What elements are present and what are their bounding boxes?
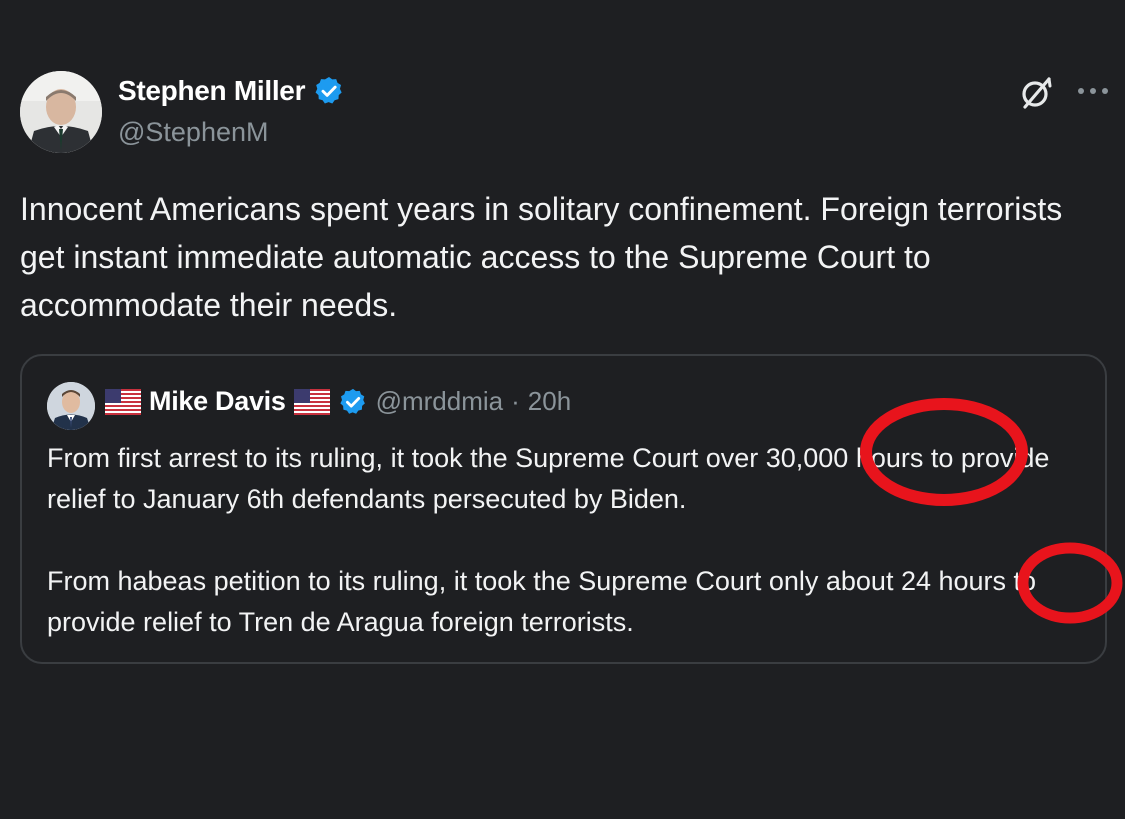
verified-badge-icon bbox=[338, 387, 368, 417]
post-text: Innocent Americans spent years in solita… bbox=[20, 191, 1072, 323]
us-flag-icon bbox=[105, 388, 141, 415]
us-flag-icon bbox=[293, 388, 330, 415]
verified-badge-icon bbox=[313, 75, 345, 107]
quoted-post-card[interactable]: Mike Davis @mrddmia · 20h From first arr… bbox=[20, 354, 1107, 664]
author-handle[interactable]: @StephenM bbox=[118, 117, 269, 148]
quoted-post-timestamp[interactable]: 20h bbox=[528, 386, 571, 417]
quoted-post-header: Mike Davis @mrddmia · 20h bbox=[105, 386, 571, 417]
author-display-name[interactable]: Stephen Miller bbox=[118, 75, 305, 107]
quoted-post-text: From first arrest to its ruling, it took… bbox=[47, 438, 1092, 643]
more-options-icon[interactable] bbox=[1075, 76, 1111, 106]
quoted-paragraph-1: From first arrest to its ruling, it took… bbox=[47, 443, 1057, 514]
author-name-row: Stephen Miller bbox=[118, 75, 345, 107]
author-avatar[interactable] bbox=[20, 71, 102, 153]
quoted-author-name[interactable]: Mike Davis bbox=[149, 386, 286, 417]
post: Stephen Miller @StephenM Innocent Americ… bbox=[0, 0, 1125, 819]
header-separator: · bbox=[511, 386, 520, 416]
quoted-author-avatar[interactable] bbox=[47, 382, 95, 430]
quoted-author-handle[interactable]: @mrddmia bbox=[376, 386, 504, 417]
grok-icon[interactable] bbox=[1017, 74, 1055, 112]
quoted-paragraph-2: From habeas petition to its ruling, it t… bbox=[47, 566, 1044, 637]
